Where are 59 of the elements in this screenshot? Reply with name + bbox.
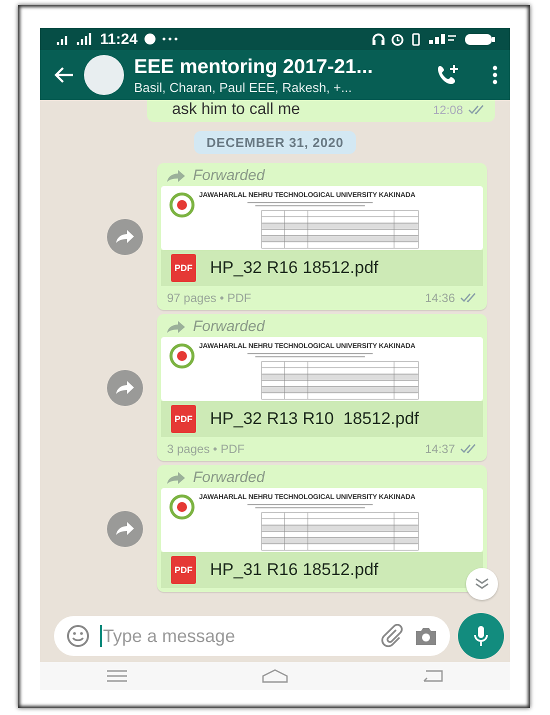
network-icon: [428, 33, 458, 45]
scroll-down-button[interactable]: [466, 568, 498, 600]
forward-button[interactable]: [107, 510, 143, 546]
headphones-icon: [372, 33, 385, 45]
menu-icon[interactable]: [107, 670, 128, 682]
double-check-icon: [460, 444, 477, 454]
chat-members: Basil, Charan, Paul EEE, Rakesh, +...: [134, 80, 353, 94]
more-vertical-icon: [492, 65, 498, 85]
file-name: HP_32 R13 R10 18512.pdf: [210, 409, 419, 429]
file-row[interactable]: PDF HP_32 R13 R10 18512.pdf: [161, 401, 483, 437]
forwarded-label: Forwarded: [193, 167, 265, 184]
signal-icon: [56, 33, 94, 45]
university-logo-icon: [169, 343, 195, 369]
forward-button[interactable]: [107, 370, 143, 406]
text-cursor: [100, 625, 102, 647]
emoji-icon: [66, 624, 90, 648]
forwarded-label: Forwarded: [193, 469, 265, 486]
double-chevron-down-icon: [475, 578, 489, 590]
university-logo-icon: [169, 192, 195, 218]
chat-title[interactable]: EEE mentoring 2017-21...: [134, 56, 426, 78]
share-arrow-icon: [116, 522, 134, 536]
forward-arrow-icon: [167, 320, 185, 332]
forwarded-label: Forwarded: [193, 318, 265, 335]
pdf-badge: PDF: [171, 405, 196, 433]
home-icon[interactable]: [262, 669, 288, 683]
group-avatar[interactable]: [84, 55, 124, 95]
message-text: ask him to call me: [172, 101, 300, 119]
share-arrow-icon: [116, 380, 134, 394]
file-row[interactable]: PDF HP_32 R16 18512.pdf: [161, 250, 483, 286]
pdf-badge: PDF: [171, 254, 196, 282]
microphone-icon: [473, 625, 489, 647]
pdf-badge: PDF: [171, 556, 196, 584]
alarm-icon: [391, 32, 404, 46]
share-arrow-icon: [116, 230, 134, 244]
more-dots-icon: [162, 37, 178, 41]
message-time: 14:36: [424, 291, 455, 305]
back-icon[interactable]: [422, 670, 443, 682]
double-check-icon: [460, 293, 477, 303]
document-details: 3 pages • PDF: [167, 442, 245, 456]
status-time: 11:24: [100, 30, 138, 48]
message-bar[interactable]: Type a message: [54, 616, 450, 656]
battery-icon: [464, 32, 496, 46]
back-arrow-icon: [54, 66, 74, 84]
file-row[interactable]: PDF HP_31 R16 18512.pdf: [161, 552, 483, 588]
forward-arrow-icon: [167, 472, 185, 484]
camera-icon[interactable]: [414, 626, 438, 646]
file-name: HP_31 R16 18512.pdf: [210, 560, 378, 580]
forward-button[interactable]: [107, 218, 143, 254]
phone-plus-icon: [436, 64, 460, 86]
document-details: 97 pages • PDF: [167, 291, 252, 305]
message-input-field[interactable]: Type a message: [103, 626, 370, 646]
paperclip-icon[interactable]: [380, 624, 404, 648]
forward-arrow-icon: [167, 170, 185, 182]
date-divider: DECEMBER 31, 2020: [194, 131, 356, 154]
university-logo-icon: [169, 494, 195, 520]
double-check-icon: [468, 105, 485, 115]
file-name: HP_32 R16 18512.pdf: [210, 258, 378, 278]
message-time: 14:37: [424, 442, 455, 456]
message-time: 12:08: [432, 103, 463, 117]
